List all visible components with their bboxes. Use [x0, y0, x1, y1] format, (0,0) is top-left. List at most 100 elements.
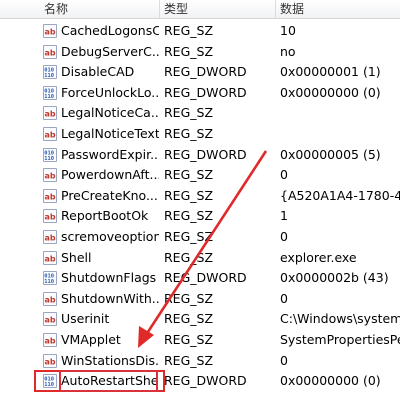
- svg-text:ab: ab: [45, 110, 56, 119]
- value-name: ShutdownWith...: [61, 290, 159, 306]
- column-header-data[interactable]: 数据: [275, 0, 400, 18]
- string-value-icon: ab: [43, 168, 57, 183]
- value-data: 0: [280, 352, 288, 368]
- table-row[interactable]: ab scremoveoption REG_SZ 0: [0, 227, 400, 248]
- string-value-icon: ab: [43, 291, 57, 306]
- table-row[interactable]: ab WinStationsDis... REG_SZ 0: [0, 351, 400, 372]
- svg-text:110: 110: [44, 382, 54, 387]
- value-name: PowerdownAft...: [61, 167, 159, 183]
- value-data: 1: [280, 208, 288, 224]
- svg-text:ab: ab: [45, 48, 56, 57]
- dword-value-icon: 010 110: [43, 147, 57, 162]
- value-type: REG_SZ: [164, 290, 214, 306]
- string-value-icon: ab: [43, 209, 57, 224]
- svg-text:ab: ab: [45, 233, 56, 242]
- svg-text:ab: ab: [45, 172, 56, 181]
- value-type: REG_SZ: [164, 23, 214, 38]
- string-value-icon: ab: [43, 353, 57, 368]
- value-name: LegalNoticeCa...: [61, 105, 159, 121]
- svg-text:110: 110: [44, 279, 54, 284]
- value-data: [280, 103, 400, 123]
- table-row[interactable]: 010 110 PasswordExpir... REG_DWORD 0x0000000…: [0, 145, 400, 166]
- value-data: 0: [280, 290, 288, 306]
- list-rows: abCachedLogonsC...REG_SZ10abDebugServerC…: [0, 21, 400, 393]
- string-value-icon: ab: [43, 126, 57, 141]
- value-data: SystemPropertiesPe: [280, 331, 400, 347]
- value-name: ForceUnlockLo...: [61, 84, 159, 100]
- list-header: 名称 类型 数据: [0, 0, 400, 19]
- table-row[interactable]: ab LegalNoticeCa... REG_SZ: [0, 103, 400, 124]
- value-name: Shell: [61, 249, 92, 265]
- value-data: explorer.exe: [280, 249, 357, 265]
- value-type: REG_SZ: [164, 249, 214, 265]
- table-row[interactable]: ab CachedLogonsC... REG_SZ 10: [0, 21, 400, 42]
- svg-text:110: 110: [44, 156, 54, 161]
- value-type: REG_SZ: [164, 167, 214, 183]
- value-data: 0x0000002b (43): [280, 270, 389, 286]
- svg-text:ab: ab: [45, 213, 56, 222]
- table-row[interactable]: ab Shell REG_SZ explorer.exe: [0, 248, 400, 269]
- table-row[interactable]: 010 110 ShutdownFlags REG_DWORD 0x0000002b (…: [0, 268, 400, 289]
- string-value-icon: ab: [43, 44, 57, 59]
- value-type: REG_DWORD: [164, 270, 247, 286]
- string-value-icon: ab: [43, 24, 57, 38]
- value-name: VMApplet: [61, 331, 121, 347]
- value-data: no: [280, 43, 296, 59]
- value-data: 10: [280, 23, 296, 38]
- table-row[interactable]: 010 110 DisableCAD REG_DWORD 0x00000001 (1): [0, 62, 400, 83]
- value-name: DisableCAD: [61, 64, 135, 80]
- table-row[interactable]: ab ShutdownWith... REG_SZ 0: [0, 289, 400, 310]
- svg-text:ab: ab: [45, 192, 56, 201]
- column-header-type[interactable]: 类型: [159, 0, 275, 18]
- string-value-icon: ab: [43, 312, 57, 327]
- value-name: Userinit: [61, 311, 110, 327]
- value-data: {A520A1A4-1780-4F: [280, 187, 400, 203]
- svg-text:ab: ab: [45, 336, 56, 345]
- column-header-name[interactable]: 名称: [40, 0, 159, 18]
- svg-text:110: 110: [44, 73, 54, 78]
- value-type: REG_SZ: [164, 331, 214, 347]
- table-row[interactable]: 010 110 ForceUnlockLo... REG_DWORD 0x0000000…: [0, 83, 400, 104]
- value-data: 0x00000000 (0): [280, 373, 381, 389]
- svg-text:ab: ab: [45, 28, 56, 37]
- table-row[interactable]: ab DebugServerC... REG_SZ no: [0, 42, 400, 63]
- value-data: 0: [280, 228, 288, 244]
- value-type: REG_DWORD: [164, 84, 247, 100]
- value-type: REG_DWORD: [164, 373, 247, 389]
- string-value-icon: ab: [43, 188, 57, 203]
- value-name: PreCreateKno...: [61, 187, 158, 203]
- value-type: REG_SZ: [164, 311, 214, 327]
- value-type: REG_SZ: [164, 187, 214, 203]
- table-row[interactable]: ab PowerdownAft... REG_SZ 0: [0, 165, 400, 186]
- table-row[interactable]: ab Userinit REG_SZ C:\Windows\system: [0, 309, 400, 330]
- value-name: scremoveoption: [61, 228, 159, 244]
- value-type: REG_DWORD: [164, 146, 247, 162]
- svg-text:ab: ab: [45, 130, 56, 139]
- table-row[interactable]: ab PreCreateKno... REG_SZ {A520A1A4-1780-4F: [0, 186, 400, 207]
- table-row[interactable]: ab LegalNoticeText REG_SZ: [0, 124, 400, 145]
- value-data: 0: [280, 167, 288, 183]
- svg-text:ab: ab: [45, 357, 56, 366]
- dword-value-icon: 010 110: [43, 271, 57, 286]
- table-row[interactable]: ab ReportBootOk REG_SZ 1: [0, 206, 400, 227]
- value-name: PasswordExpir...: [61, 146, 159, 162]
- string-value-icon: ab: [43, 229, 57, 244]
- value-type: REG_SZ: [164, 105, 214, 121]
- value-type: REG_SZ: [164, 208, 214, 224]
- registry-values-list: 名称 类型 数据 abCachedLogonsC...REG_SZ10abDeb…: [0, 0, 400, 407]
- value-data: 0x00000005 (5): [280, 146, 381, 162]
- table-row[interactable]: ab VMApplet REG_SZ SystemPropertiesPe: [0, 330, 400, 351]
- dword-value-icon: 010 110: [43, 374, 57, 389]
- svg-text:ab: ab: [45, 316, 56, 325]
- value-data: 0x00000000 (0): [280, 84, 381, 100]
- value-data: C:\Windows\system: [280, 311, 400, 327]
- string-value-icon: ab: [43, 106, 57, 121]
- table-row[interactable]: 010 110 AutoRestartShell REG_DWORD 0x0000000…: [0, 370, 400, 393]
- string-value-icon: ab: [43, 250, 57, 265]
- value-name: DebugServerC...: [61, 43, 159, 59]
- value-name: CachedLogonsC...: [61, 23, 159, 38]
- value-type: REG_SZ: [164, 352, 214, 368]
- value-name: AutoRestartShell: [59, 370, 158, 393]
- value-type: REG_DWORD: [164, 64, 247, 80]
- value-type: REG_SZ: [164, 125, 214, 141]
